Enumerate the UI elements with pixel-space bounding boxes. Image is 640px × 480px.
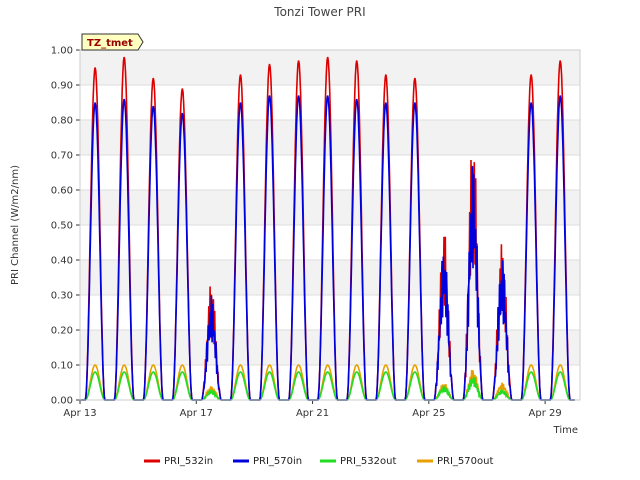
grid-band	[80, 225, 580, 260]
y-tick-label: 0.90	[51, 81, 73, 92]
x-tick-label: Apr 13	[63, 408, 96, 419]
y-axis-label: PRI Channel (W/m2/nm)	[10, 165, 21, 285]
y-tick-label: 0.20	[51, 326, 73, 337]
y-tick-label: 0.60	[51, 186, 73, 197]
tz-tmet-tag: TZ_tmet	[81, 33, 144, 51]
y-tick-label: 0.10	[51, 361, 73, 372]
tag-label: TZ_tmet	[87, 38, 133, 49]
y-tick-label: 0.70	[51, 151, 73, 162]
x-tick-label: Apr 29	[529, 408, 562, 419]
legend-label-pri-532in: PRI_532in	[164, 456, 213, 467]
y-tick-label: 0.40	[51, 256, 73, 267]
x-axis-ticks: Apr 13 Apr 17 Apr 21 Apr 25 Apr 29	[63, 400, 562, 419]
chart-title: Tonzi Tower PRI	[273, 5, 365, 19]
x-axis-label: Time	[553, 425, 578, 436]
legend: PRI_532in PRI_570in PRI_532out PRI_570ou…	[144, 456, 493, 467]
pri-line-chart: Tonzi Tower PRI 0.00 0.10 0.20 0.30 0.40 0.50…	[10, 5, 581, 467]
legend-label-pri-570out: PRI_570out	[437, 456, 493, 467]
y-tick-label: 0.80	[51, 116, 73, 127]
y-tick-label: 1.00	[51, 46, 73, 57]
y-axis-ticks: 0.00 0.10 0.20 0.30 0.40 0.50 0.60 0.70 0.80 0.90…	[51, 46, 80, 407]
y-tick-label: 0.00	[51, 396, 73, 407]
legend-label-pri-532out: PRI_532out	[340, 456, 396, 467]
x-tick-label: Apr 21	[296, 408, 329, 419]
grid-band	[80, 190, 580, 225]
legend-label-pri-570in: PRI_570in	[253, 456, 302, 467]
y-tick-label: 0.30	[51, 291, 73, 302]
y-tick-label: 0.50	[51, 221, 73, 232]
x-tick-label: Apr 25	[412, 408, 445, 419]
grid-band	[80, 330, 580, 365]
x-tick-label: Apr 17	[180, 408, 213, 419]
